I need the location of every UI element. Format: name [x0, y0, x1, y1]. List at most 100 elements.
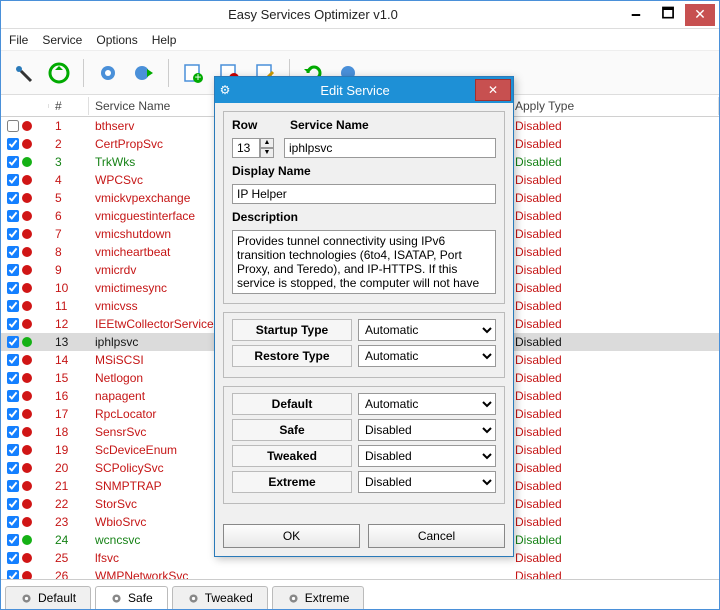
row-checkbox[interactable] [7, 210, 19, 222]
row-checkbox[interactable] [7, 336, 19, 348]
status-dot-icon [22, 121, 32, 131]
status-dot-icon [22, 463, 32, 473]
extreme-label: Extreme [232, 471, 352, 493]
table-row[interactable]: 26WMPNetworkSvcDisabled [1, 567, 719, 579]
row-checkbox[interactable] [7, 192, 19, 204]
apply-type-cell: Disabled [509, 569, 719, 579]
row-number: 12 [49, 317, 89, 331]
row-checkbox[interactable] [7, 228, 19, 240]
maximize-button[interactable]: 🗖 [653, 4, 683, 26]
column-apply[interactable]: Apply Type [509, 97, 719, 115]
service-name-input[interactable] [284, 138, 496, 158]
menu-file[interactable]: File [9, 33, 28, 47]
row-checkbox[interactable] [7, 480, 19, 492]
tab-default[interactable]: Default [5, 586, 91, 609]
apply-type-cell: Disabled [509, 119, 719, 133]
row-spin-down[interactable]: ▼ [260, 148, 274, 158]
gear-play-icon[interactable] [128, 57, 160, 89]
row-checkbox[interactable] [7, 552, 19, 564]
row-number: 16 [49, 389, 89, 403]
row-checkbox[interactable] [7, 318, 19, 330]
status-dot-icon [22, 535, 32, 545]
ok-button[interactable]: OK [223, 524, 360, 548]
row-checkbox[interactable] [7, 408, 19, 420]
gear-icon: ⚙ [215, 83, 235, 97]
cancel-button[interactable]: Cancel [368, 524, 505, 548]
edit-service-dialog: ⚙ Edit Service ✕ Row Service Name ▲ ▼ Di… [214, 76, 514, 557]
row-checkbox[interactable] [7, 300, 19, 312]
apply-type-cell: Disabled [509, 425, 719, 439]
description-textarea[interactable]: Provides tunnel connectivity using IPv6 … [232, 230, 496, 294]
row-checkbox[interactable] [7, 426, 19, 438]
display-name-input[interactable] [232, 184, 496, 204]
row-checkbox[interactable] [7, 498, 19, 510]
row-number: 19 [49, 443, 89, 457]
startup-type-select[interactable]: Automatic [358, 319, 496, 341]
status-dot-icon [22, 211, 32, 221]
row-number: 2 [49, 137, 89, 151]
status-dot-icon [22, 301, 32, 311]
dialog-title: Edit Service [235, 83, 475, 98]
apply-type-cell: Disabled [509, 227, 719, 241]
menu-options[interactable]: Options [96, 33, 137, 47]
row-checkbox[interactable] [7, 444, 19, 456]
row-number: 23 [49, 515, 89, 529]
row-checkbox[interactable] [7, 282, 19, 294]
row-checkbox[interactable] [7, 390, 19, 402]
row-checkbox[interactable] [7, 138, 19, 150]
refresh-icon[interactable] [43, 57, 75, 89]
profile-tabs: Default Safe Tweaked Extreme [1, 579, 719, 609]
row-number: 21 [49, 479, 89, 493]
row-checkbox[interactable] [7, 516, 19, 528]
apply-type-cell: Disabled [509, 263, 719, 277]
extreme-select[interactable]: Disabled [358, 471, 496, 493]
status-dot-icon [22, 499, 32, 509]
minimize-button[interactable]: 🗕 [621, 4, 651, 26]
row-checkbox[interactable] [7, 534, 19, 546]
row-number: 4 [49, 173, 89, 187]
apply-type-cell: Disabled [509, 209, 719, 223]
apply-type-cell: Disabled [509, 173, 719, 187]
status-dot-icon [22, 139, 32, 149]
safe-select[interactable]: Disabled [358, 419, 496, 441]
tab-safe[interactable]: Safe [95, 586, 168, 609]
row-checkbox[interactable] [7, 354, 19, 366]
row-checkbox[interactable] [7, 570, 19, 579]
apply-type-cell: Disabled [509, 191, 719, 205]
restore-type-select[interactable]: Automatic [358, 345, 496, 367]
row-checkbox[interactable] [7, 156, 19, 168]
gear-add-icon[interactable] [92, 57, 124, 89]
row-number: 13 [49, 335, 89, 349]
row-input[interactable] [232, 138, 260, 158]
menu-service[interactable]: Service [42, 33, 82, 47]
row-spinner[interactable]: ▲ ▼ [232, 138, 276, 158]
row-spin-up[interactable]: ▲ [260, 138, 274, 148]
list-add-icon[interactable]: + [177, 57, 209, 89]
row-number: 11 [49, 299, 89, 313]
row-checkbox[interactable] [7, 246, 19, 258]
apply-type-cell: Disabled [509, 407, 719, 421]
status-dot-icon [22, 373, 32, 383]
row-checkbox[interactable] [7, 174, 19, 186]
apply-type-cell: Disabled [509, 335, 719, 349]
dialog-titlebar[interactable]: ⚙ Edit Service ✕ [215, 77, 513, 103]
tab-tweaked[interactable]: Tweaked [172, 586, 268, 609]
status-dot-icon [22, 517, 32, 527]
svg-text:+: + [194, 70, 201, 84]
apply-type-cell: Disabled [509, 245, 719, 259]
close-button[interactable]: ✕ [685, 4, 715, 26]
column-row[interactable]: # [49, 97, 89, 115]
tweaked-select[interactable]: Disabled [358, 445, 496, 467]
wizard-icon[interactable] [7, 57, 39, 89]
default-select[interactable]: Automatic [358, 393, 496, 415]
tab-extreme[interactable]: Extreme [272, 586, 365, 609]
row-checkbox[interactable] [7, 462, 19, 474]
dialog-close-button[interactable]: ✕ [475, 79, 511, 101]
row-checkbox[interactable] [7, 264, 19, 276]
row-checkbox[interactable] [7, 120, 19, 132]
row-checkbox[interactable] [7, 372, 19, 384]
apply-type-cell: Disabled [509, 371, 719, 385]
apply-type-cell: Disabled [509, 461, 719, 475]
menu-help[interactable]: Help [152, 33, 177, 47]
row-number: 22 [49, 497, 89, 511]
